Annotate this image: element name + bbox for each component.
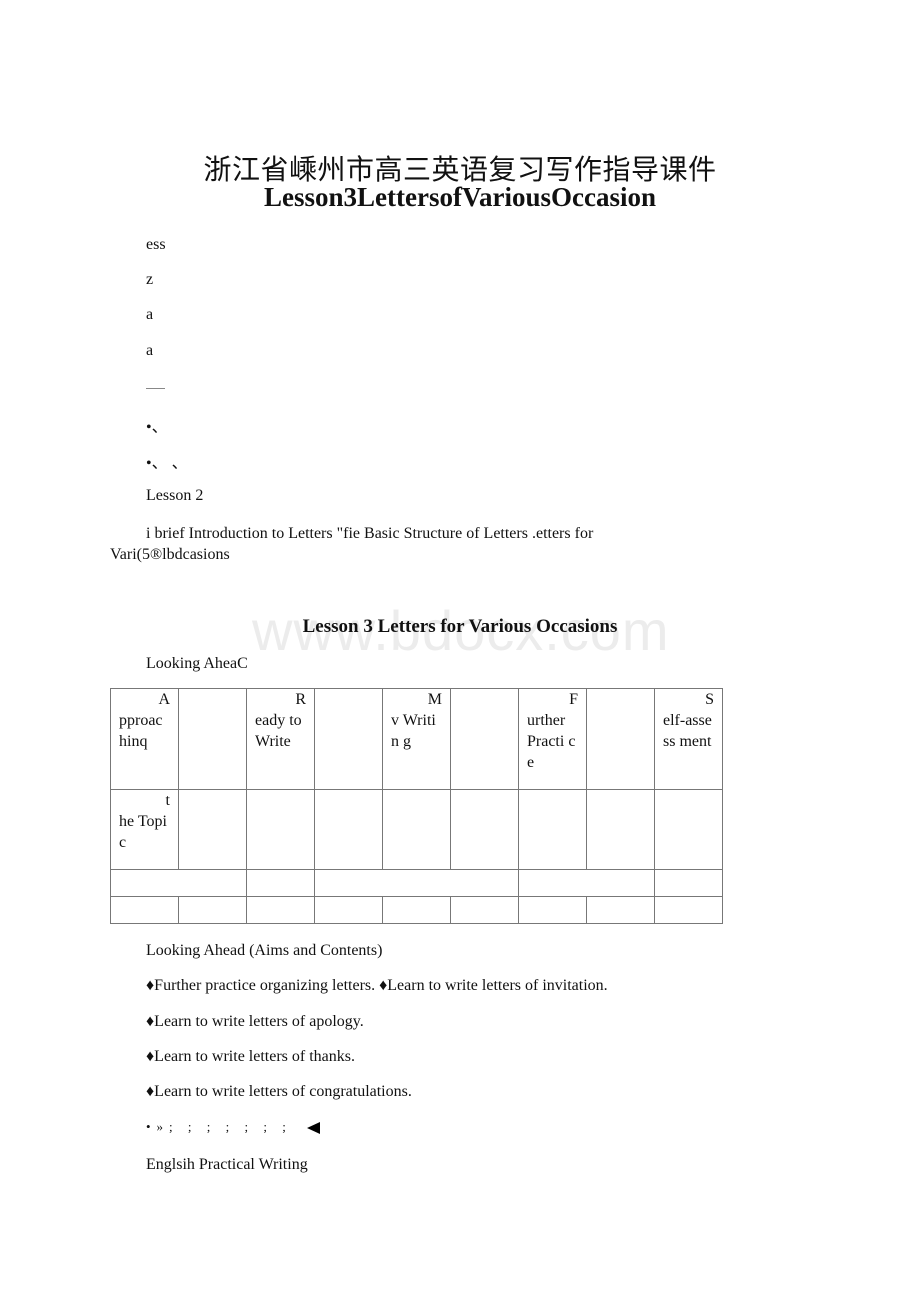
aim-item: ♦Learn to write letters of congratulatio…: [146, 1083, 412, 1100]
table-cell: [450, 688, 519, 790]
table-row: t he Topic: [110, 789, 723, 870]
table-cell: [654, 896, 723, 924]
table-cell: [654, 789, 723, 870]
looking-ahead-label: Looking AheaC: [146, 655, 248, 672]
short-rule: [146, 388, 165, 389]
table-cell: [586, 789, 655, 870]
table-cell: [518, 869, 655, 897]
table-cell: [314, 789, 383, 870]
table-cell: [178, 896, 247, 924]
table-cell: [586, 896, 655, 924]
table-cell: [314, 688, 383, 790]
table-cell: [110, 869, 247, 897]
table-cell: [246, 869, 315, 897]
document-title-english: Lesson3LettersofVariousOccasion: [264, 182, 656, 212]
table-cell: [450, 896, 519, 924]
footer-text: Englsih Practical Writing: [146, 1156, 308, 1173]
table-cell: [382, 896, 451, 924]
symbol-text: •»; ; ; ; ; ; ;: [146, 1119, 292, 1134]
aim-item: ♦Learn to write letters of apology.: [146, 1013, 364, 1030]
text-fragment: a: [146, 342, 154, 359]
aim-item: ♦Further practice organizing letters. ♦L…: [146, 977, 608, 994]
text-fragment: ess: [146, 236, 166, 253]
table-cell: [450, 789, 519, 870]
table-cell-the-topic: t he Topic: [110, 789, 179, 870]
table-cell-approaching: Approac hinq: [110, 688, 179, 790]
table-cell-ready-to-write: Ready to Write: [246, 688, 315, 790]
table-cell: [314, 869, 519, 897]
section-heading: Lesson 3 Letters for Various Occasions: [302, 616, 618, 637]
table-cell: [518, 896, 587, 924]
table-cell-self-assessment: Self-assess ment: [654, 688, 723, 790]
table-cell: [654, 869, 723, 897]
table-row: Approac hinq Ready to Write Mv Writin g …: [110, 688, 723, 790]
table-cell: [178, 688, 247, 790]
table-row: [110, 869, 723, 897]
text-fragment: z: [146, 271, 154, 288]
aim-item: ♦Learn to write letters of thanks.: [146, 1048, 355, 1065]
outline-table: Approac hinq Ready to Write Mv Writin g …: [110, 688, 723, 924]
intro-paragraph: i brief Introduction to Letters "fie Bas…: [110, 525, 594, 563]
bullet-fragment: •、: [146, 419, 168, 436]
table-cell: [382, 789, 451, 870]
lesson-label: Lesson 2: [146, 487, 204, 504]
table-cell: [246, 789, 315, 870]
table-cell-my-writing: Mv Writin g: [382, 688, 451, 790]
left-triangle-icon: [307, 1122, 321, 1135]
text-fragment: a: [146, 306, 154, 323]
bullet-fragment: •、 、: [146, 455, 188, 472]
table-cell: [586, 688, 655, 790]
symbol-line: •»; ; ; ; ; ; ;: [146, 1119, 321, 1135]
table-cell: [178, 789, 247, 870]
table-cell-further-practice: Further Practi ce: [518, 688, 587, 790]
table-row: [110, 896, 723, 924]
table-cell: [518, 789, 587, 870]
aims-heading: Looking Ahead (Aims and Contents): [146, 942, 383, 959]
table-cell: [110, 896, 179, 924]
table-cell: [314, 896, 383, 924]
table-cell: [246, 896, 315, 924]
